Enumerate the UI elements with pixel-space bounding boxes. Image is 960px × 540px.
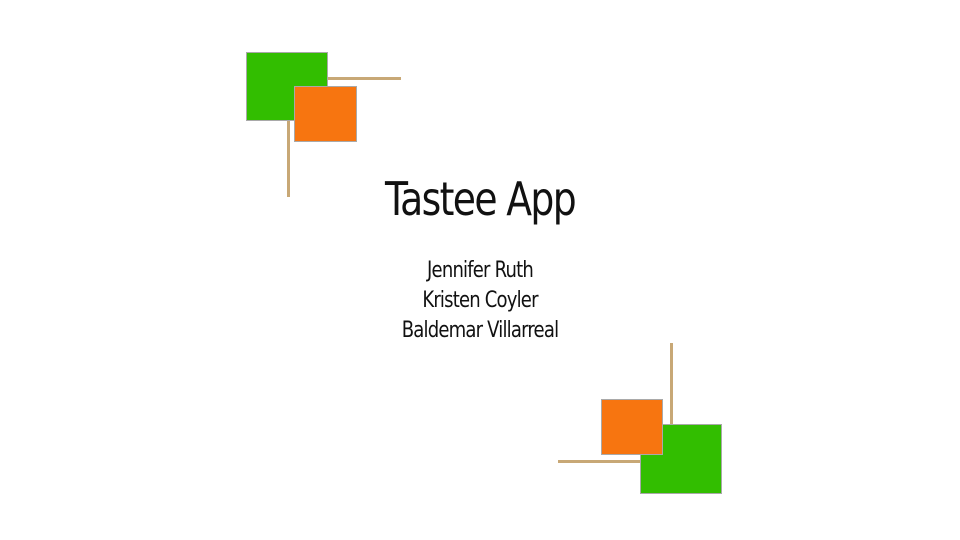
title-slide: Tastee App Jennifer Ruth Kristen Coyler … — [0, 0, 960, 540]
top-left-horizontal-line — [326, 77, 401, 80]
slide-title: Tastee App — [384, 172, 577, 226]
author-list: Jennifer Ruth Kristen Coyler Baldemar Vi… — [86, 256, 873, 346]
author-name: Kristen Coyler — [422, 288, 538, 313]
top-left-orange-square — [294, 86, 357, 142]
bottom-right-orange-square — [601, 399, 663, 455]
author-name: Jennifer Ruth — [427, 258, 534, 283]
author-name: Baldemar Villarreal — [401, 318, 559, 343]
bottom-right-vertical-line — [670, 343, 673, 425]
bottom-right-horizontal-line — [558, 460, 642, 463]
